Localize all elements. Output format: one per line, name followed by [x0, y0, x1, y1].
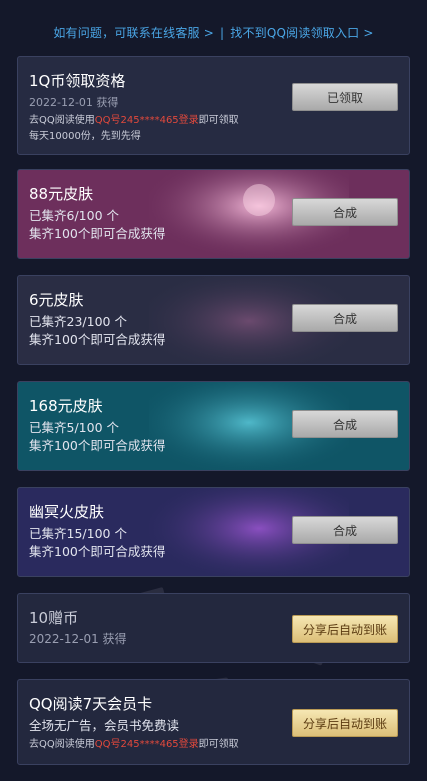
card-title: QQ阅读7天会员卡 — [29, 695, 153, 713]
card-date: 2022-12-01 获得 — [29, 632, 127, 646]
collect-progress: 已集齐5/100 个 — [29, 420, 119, 435]
card-title: 1Q币领取资格 — [29, 72, 126, 90]
synthesize-button[interactable]: 合成 — [292, 304, 398, 332]
card-benefit: 全场无广告，会员书免费读 — [29, 718, 180, 733]
reward-card-qcoin: 1Q币领取资格 2022-12-01 获得 去QQ阅读使用QQ号245****4… — [17, 56, 410, 155]
collect-hint: 集齐100个即可合成获得 — [29, 544, 166, 559]
reward-card-skin-6: 6元皮肤 已集齐23/100 个 集齐100个即可合成获得 合成 — [17, 275, 410, 365]
synthesize-button[interactable]: 合成 — [292, 516, 398, 544]
share-to-receive-button[interactable]: 分享后自动到账 — [292, 615, 398, 643]
contact-service-link[interactable]: 如有问题，可联系在线客服 > — [53, 26, 214, 40]
link-separator: | — [220, 26, 225, 40]
card-note: 去QQ阅读使用QQ号245****465登录即可领取 — [29, 735, 239, 750]
help-links: 如有问题，可联系在线客服 > | 找不到QQ阅读领取入口 > — [0, 24, 427, 41]
card-title: 10赠币 — [29, 609, 79, 627]
note-prefix: 去QQ阅读使用 — [29, 739, 95, 750]
collect-progress: 已集齐15/100 个 — [29, 526, 127, 541]
synthesize-button[interactable]: 合成 — [292, 410, 398, 438]
collect-hint: 集齐100个即可合成获得 — [29, 332, 166, 347]
synthesize-button[interactable]: 合成 — [292, 198, 398, 226]
card-title: 88元皮肤 — [29, 185, 94, 203]
card-title: 6元皮肤 — [29, 291, 84, 309]
card-date: 2022-12-01 获得 — [29, 96, 119, 109]
collect-progress: 已集齐23/100 个 — [29, 314, 127, 329]
find-entry-link[interactable]: 找不到QQ阅读领取入口 > — [230, 26, 373, 40]
collect-hint: 集齐100个即可合成获得 — [29, 438, 166, 453]
note-account: QQ号245****465登录 — [94, 739, 199, 750]
reward-card-skin-168: 168元皮肤 已集齐5/100 个 集齐100个即可合成获得 合成 — [17, 381, 410, 471]
collect-progress: 已集齐6/100 个 — [29, 208, 119, 223]
reward-card-vip: QQ阅读7天会员卡 全场无广告，会员书免费读 去QQ阅读使用QQ号245****… — [17, 679, 410, 765]
note-prefix: 去QQ阅读使用 — [29, 115, 95, 126]
reward-card-bonus-coins: 10赠币 2022-12-01 获得 分享后自动到账 — [17, 593, 410, 663]
card-title: 幽冥火皮肤 — [29, 503, 105, 521]
collect-hint: 集齐100个即可合成获得 — [29, 226, 166, 241]
claimed-button[interactable]: 已领取 — [292, 83, 398, 111]
reward-card-skin-88: 88元皮肤 已集齐6/100 个 集齐100个即可合成获得 合成 — [17, 169, 410, 259]
reward-card-skin-youminghuo: 幽冥火皮肤 已集齐15/100 个 集齐100个即可合成获得 合成 — [17, 487, 410, 577]
share-to-receive-button[interactable]: 分享后自动到账 — [292, 709, 398, 737]
card-note: 去QQ阅读使用QQ号245****465登录即可领取 — [29, 111, 239, 126]
card-note-secondary: 每天10000份，先到先得 — [29, 131, 141, 142]
note-suffix: 即可领取 — [198, 115, 239, 126]
card-title: 168元皮肤 — [29, 397, 103, 415]
note-suffix: 即可领取 — [198, 739, 239, 750]
note-account: QQ号245****465登录 — [94, 115, 199, 126]
